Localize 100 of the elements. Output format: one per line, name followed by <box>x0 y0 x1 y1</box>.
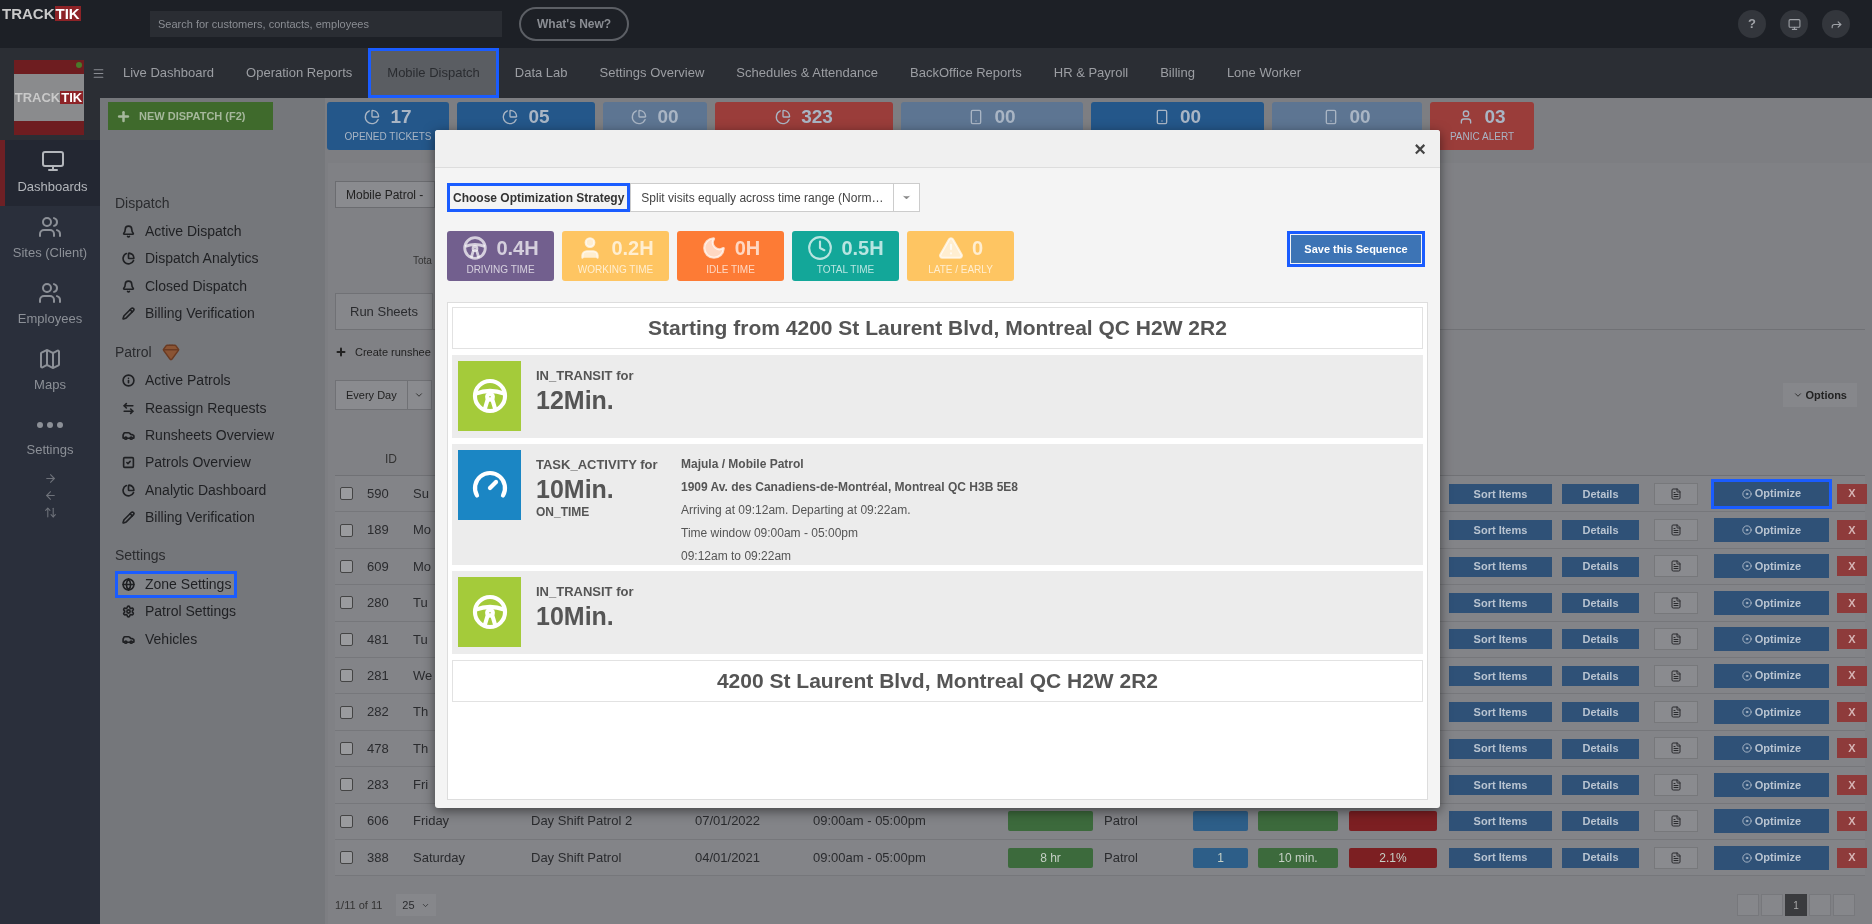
sort-items-button[interactable]: Sort Items <box>1449 483 1552 504</box>
sort-items-button[interactable]: Sort Items <box>1449 629 1552 650</box>
page-size-select[interactable]: 25 <box>396 894 436 916</box>
details-button[interactable]: Details <box>1562 702 1639 723</box>
sort-items-button[interactable]: Sort Items <box>1449 774 1552 795</box>
menu-item[interactable]: Closed Dispatch <box>115 272 253 300</box>
row-checkbox[interactable] <box>340 523 353 537</box>
row-checkbox[interactable] <box>340 559 353 573</box>
rail-item[interactable]: Employees <box>0 272 100 338</box>
menu-item[interactable]: Dispatch Analytics <box>115 245 265 273</box>
pdf-button[interactable] <box>1653 628 1698 651</box>
day-filter-select[interactable]: Every Day <box>335 380 432 410</box>
save-sequence-button[interactable]: Save this Sequence <box>1291 235 1421 263</box>
menu-item[interactable]: Reassign Requests <box>115 394 273 422</box>
details-button[interactable]: Details <box>1562 629 1639 650</box>
rail-item[interactable]: Settings <box>0 404 100 470</box>
row-checkbox[interactable] <box>340 814 353 828</box>
optimize-button[interactable]: Optimize <box>1714 663 1829 688</box>
row-checkbox[interactable] <box>340 851 353 865</box>
pdf-button[interactable] <box>1653 701 1698 724</box>
nav-tab[interactable]: Operation Reports <box>230 48 369 98</box>
nav-tab[interactable]: Billing <box>1144 48 1211 98</box>
delete-button[interactable]: X <box>1837 592 1867 613</box>
optimize-button[interactable]: Optimize <box>1714 736 1829 761</box>
patrol-select[interactable]: Mobile Patrol - <box>335 181 435 208</box>
rail-item[interactable]: Dashboards <box>0 140 100 206</box>
row-checkbox[interactable] <box>340 705 353 719</box>
whats-new-button[interactable]: What's New? <box>519 7 630 41</box>
row-checkbox[interactable] <box>340 741 353 755</box>
nav-tab[interactable]: Settings Overview <box>583 48 721 98</box>
share-button[interactable] <box>1822 10 1850 38</box>
details-button[interactable]: Details <box>1562 520 1639 541</box>
menu-item[interactable]: Runsheets Overview <box>115 421 281 450</box>
sort-items-button[interactable]: Sort Items <box>1449 811 1552 832</box>
menu-item[interactable]: Vehicles <box>115 625 204 653</box>
stat-tile[interactable]: 03 PANIC ALERT <box>1430 102 1534 150</box>
details-button[interactable]: Details <box>1562 665 1639 686</box>
help-button[interactable]: ? <box>1738 10 1766 38</box>
nav-tab[interactable]: Live Dashboard <box>107 48 231 98</box>
pdf-button[interactable] <box>1653 737 1698 760</box>
delete-button[interactable]: X <box>1837 774 1867 795</box>
run-sheets-tab[interactable]: Run Sheets <box>335 293 433 329</box>
menu-item[interactable]: Billing Verification <box>115 503 261 531</box>
row-checkbox[interactable] <box>340 596 353 610</box>
pdf-button[interactable] <box>1653 664 1698 687</box>
rail-item[interactable]: Sites (Client) <box>0 206 100 272</box>
details-button[interactable]: Details <box>1562 738 1639 759</box>
optimize-button[interactable]: Optimize <box>1714 554 1829 579</box>
details-button[interactable]: Details <box>1562 774 1639 795</box>
details-button[interactable]: Details <box>1562 811 1639 832</box>
menu-item[interactable]: Active Patrols <box>115 367 237 395</box>
optimize-button[interactable]: Optimize <box>1714 627 1829 652</box>
sort-items-button[interactable]: Sort Items <box>1449 556 1552 577</box>
delete-button[interactable]: X <box>1837 702 1867 723</box>
details-button[interactable]: Details <box>1562 556 1639 577</box>
pdf-button[interactable] <box>1653 482 1698 505</box>
delete-button[interactable]: X <box>1837 520 1867 541</box>
pdf-button[interactable] <box>1653 846 1698 869</box>
optimize-button[interactable]: Optimize <box>1714 845 1829 870</box>
delete-button[interactable]: X <box>1837 665 1867 686</box>
nav-tab[interactable]: BackOffice Reports <box>894 48 1038 98</box>
new-dispatch-button[interactable]: NEW DISPATCH (F2) <box>108 102 273 130</box>
row-checkbox[interactable] <box>340 487 353 501</box>
create-runsheet-link[interactable]: Create runshee <box>355 343 431 361</box>
strategy-select[interactable]: Split visits equally across time range (Norm… <box>630 183 921 212</box>
delete-button[interactable]: X <box>1837 483 1867 504</box>
optimize-button[interactable]: Optimize <box>1714 809 1829 834</box>
menu-item[interactable]: Patrol Settings <box>115 598 243 626</box>
pdf-button[interactable] <box>1653 591 1698 614</box>
pdf-button[interactable] <box>1653 519 1698 542</box>
sort-items-button[interactable]: Sort Items <box>1449 593 1552 613</box>
details-button[interactable]: Details <box>1562 847 1639 868</box>
optimize-button[interactable]: Optimize <box>1714 700 1829 725</box>
sort-items-button[interactable]: Sort Items <box>1449 520 1552 541</box>
details-button[interactable]: Details <box>1562 483 1639 504</box>
rail-item[interactable]: Maps <box>0 338 100 404</box>
options-button[interactable]: Options <box>1783 383 1857 407</box>
menu-item[interactable]: Billing Verification <box>115 299 261 328</box>
pdf-button[interactable] <box>1653 810 1698 833</box>
row-checkbox[interactable] <box>340 778 353 792</box>
delete-button[interactable]: X <box>1837 811 1867 832</box>
search-field[interactable]: Search for customers, contacts, employees <box>150 11 502 37</box>
details-button[interactable]: Details <box>1562 593 1639 613</box>
stat-tile[interactable]: 17 OPENED TICKETS <box>327 102 449 150</box>
delete-button[interactable]: X <box>1837 556 1867 577</box>
optimize-button[interactable]: Optimize <box>1714 772 1829 797</box>
nav-tab[interactable]: Schedules & Attendance <box>720 48 894 98</box>
delete-button[interactable]: X <box>1837 629 1867 650</box>
nav-tab[interactable]: Lone Worker <box>1210 48 1318 98</box>
sort-items-button[interactable]: Sort Items <box>1449 702 1552 723</box>
menu-item[interactable]: Zone Settings <box>115 570 238 599</box>
optimize-button[interactable]: Optimize <box>1714 481 1829 506</box>
menu-item[interactable]: Patrols Overview <box>115 449 257 477</box>
optimize-button[interactable]: Optimize <box>1714 518 1829 543</box>
delete-button[interactable]: X <box>1837 847 1867 868</box>
nav-tab[interactable]: HR & Payroll <box>1037 48 1145 98</box>
nav-tab[interactable]: Data Lab <box>498 48 584 98</box>
pdf-button[interactable] <box>1653 555 1698 578</box>
sort-items-button[interactable]: Sort Items <box>1449 847 1552 868</box>
screen-button[interactable] <box>1780 10 1808 38</box>
